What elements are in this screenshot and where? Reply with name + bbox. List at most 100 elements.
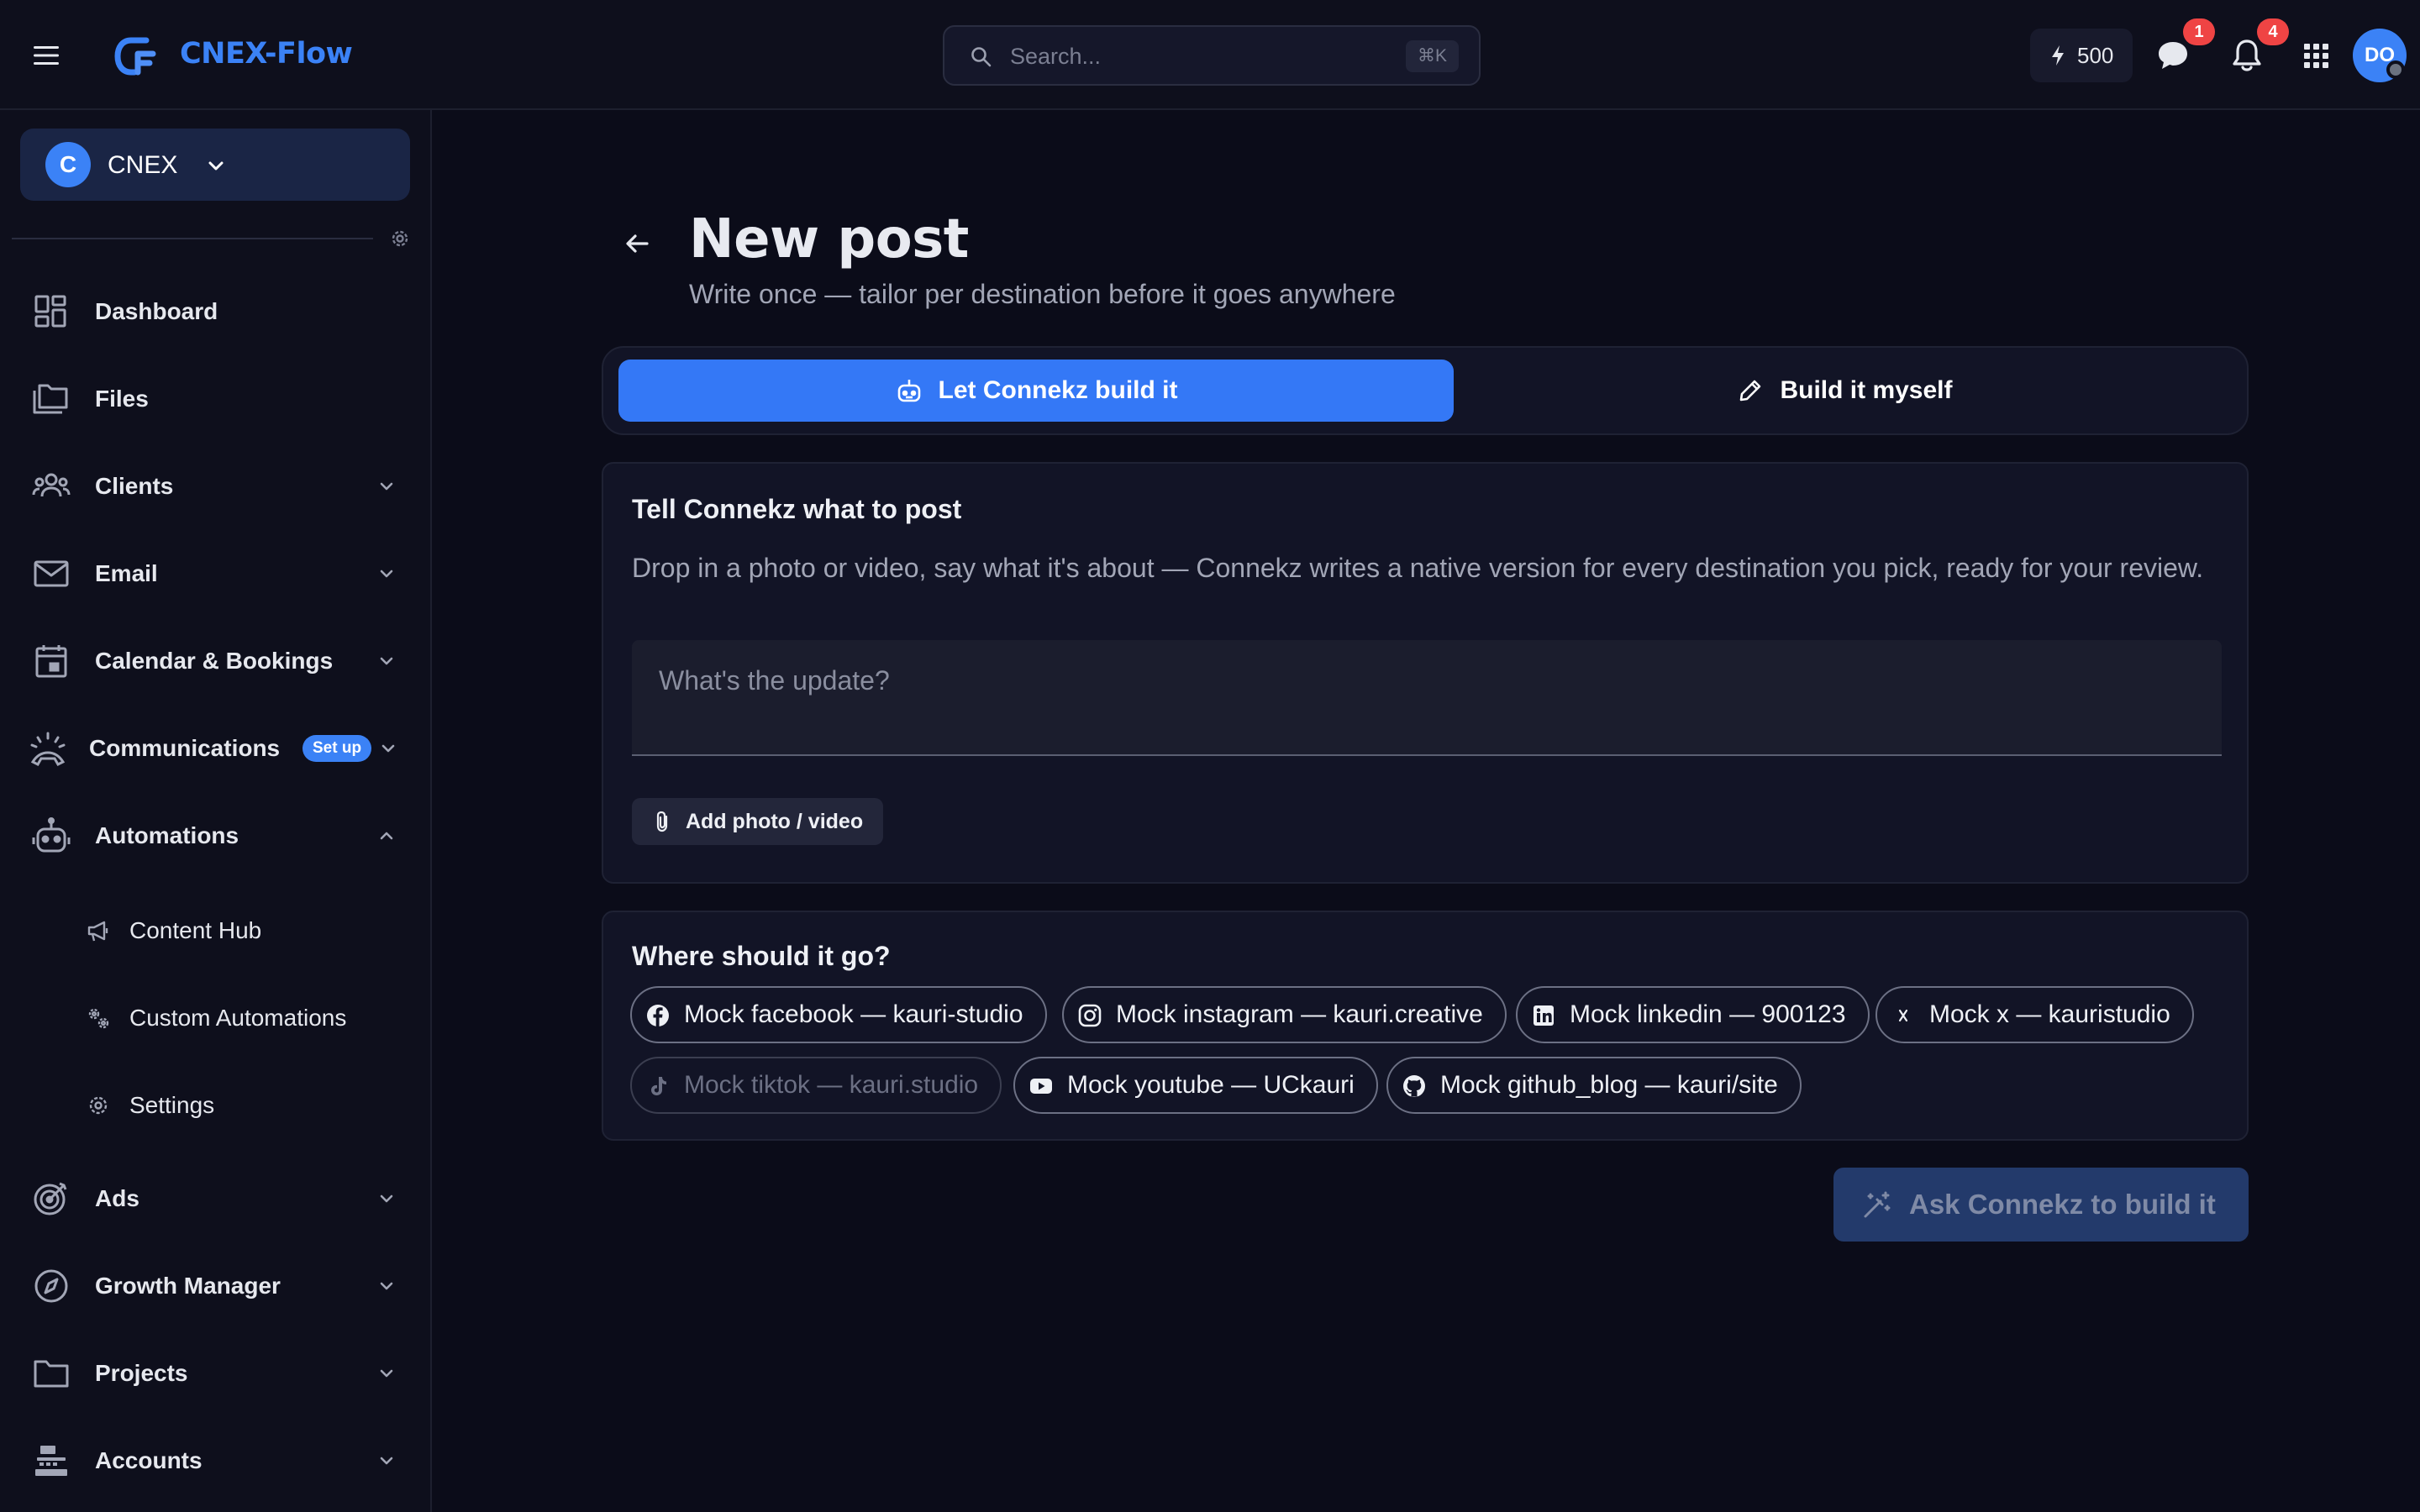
tab-let-connekz-build[interactable]: Let Connekz build it	[618, 360, 1454, 422]
messages-badge: 1	[2183, 18, 2215, 45]
destination-chip-tiktok: Mock tiktok — kauri.studio	[630, 1057, 1002, 1114]
workspace-name: CNEX	[108, 151, 178, 179]
compose-card-description: Drop in a photo or video, say what it's …	[632, 553, 2204, 583]
chip-label: Mock facebook — kauri-studio	[684, 1000, 1023, 1028]
sidebar-item-label: Settings	[129, 1092, 215, 1118]
gear-icon[interactable]	[388, 227, 412, 250]
bell-icon[interactable]	[2228, 37, 2265, 74]
chevron-down-icon	[380, 1457, 393, 1465]
sidebar-item-settings[interactable]: Settings	[0, 1068, 430, 1142]
sidebar-item-label: Projects	[95, 1360, 188, 1386]
files-icon	[33, 384, 68, 414]
chevron-down-icon	[380, 1369, 393, 1378]
github-icon	[1403, 1075, 1425, 1097]
tab-label: Build it myself	[1780, 376, 1953, 404]
sidebar-item-growth-manager[interactable]: Growth Manager	[0, 1249, 430, 1323]
back-arrow-icon[interactable]	[622, 230, 652, 257]
destination-chip-github-blog[interactable]: Mock github_blog — kauri/site	[1386, 1057, 1802, 1114]
sidebar-item-files[interactable]: Files	[0, 362, 430, 436]
robot-icon	[897, 380, 920, 402]
chevron-up-icon	[380, 832, 393, 840]
sidebar: C CNEX Dashboard Files Clients Email Cal…	[0, 110, 432, 1512]
sidebar-item-content-hub[interactable]: Content Hub	[0, 893, 430, 967]
search-shortcut: ⌘K	[1405, 40, 1459, 72]
dashboard-icon	[34, 295, 66, 328]
sidebar-item-label: Communications	[89, 735, 281, 761]
destination-chip-linkedin[interactable]: Mock linkedin — 900123	[1516, 986, 1870, 1043]
sidebar-item-label: Dashboard	[95, 298, 218, 324]
calendar-icon	[35, 645, 67, 678]
linkedin-icon	[1534, 1005, 1554, 1026]
sidebar-item-label: Content Hub	[129, 917, 262, 943]
search-icon	[971, 47, 992, 67]
bolt-icon	[2052, 45, 2064, 66]
sidebar-item-label: Clients	[95, 473, 174, 499]
chip-label: Mock linkedin — 900123	[1570, 1000, 1846, 1028]
add-photo-video-label: Add photo / video	[686, 810, 864, 833]
divider	[12, 238, 373, 239]
chat-icon[interactable]	[2154, 37, 2191, 74]
robot-icon	[32, 817, 71, 853]
sidebar-item-clients[interactable]: Clients	[0, 449, 430, 523]
sidebar-item-label: Accounts	[95, 1447, 203, 1473]
chevron-down-icon	[380, 482, 393, 491]
destination-chip-x[interactable]: Mock x — kauristudio	[1876, 986, 2194, 1043]
menu-icon[interactable]	[30, 39, 67, 72]
sidebar-item-custom-automations[interactable]: Custom Automations	[0, 980, 430, 1054]
chip-label: Mock instagram — kauri.creative	[1116, 1000, 1483, 1028]
sidebar-item-communications[interactable]: Communications Set up	[0, 711, 430, 785]
compose-card: Tell Connekz what to post Drop in a phot…	[602, 462, 2249, 884]
submit-label: Ask Connekz to build it	[1909, 1189, 2216, 1220]
credits-button[interactable]: 500	[2030, 29, 2133, 82]
chevron-down-icon	[380, 657, 393, 665]
sidebar-item-label: Calendar & Bookings	[95, 648, 334, 674]
tab-build-it-myself[interactable]: Build it myself	[1454, 360, 2235, 422]
facebook-icon	[647, 1005, 669, 1026]
avatar-status-indicator	[2386, 60, 2405, 79]
sidebar-item-label: Files	[95, 386, 149, 412]
setup-badge: Set up	[302, 735, 372, 762]
chevron-down-icon	[380, 570, 393, 578]
search-placeholder: Search...	[1010, 44, 1102, 69]
sidebar-item-label: Automations	[95, 822, 239, 848]
sidebar-item-projects[interactable]: Projects	[0, 1336, 430, 1410]
sidebar-item-label: Growth Manager	[95, 1273, 281, 1299]
sidebar-item-email[interactable]: Email	[0, 537, 430, 611]
tiktok-icon	[651, 1077, 666, 1095]
sidebar-item-label: Ads	[95, 1185, 139, 1211]
target-icon	[34, 1182, 67, 1215]
paperclip-icon	[656, 811, 668, 832]
users-icon	[32, 473, 71, 497]
workspace-switcher[interactable]: C CNEX	[20, 129, 410, 201]
chip-label: Mock x — kauristudio	[1929, 1000, 2170, 1028]
gears-icon	[88, 1008, 109, 1029]
ask-connekz-build-button[interactable]: Ask Connekz to build it	[1833, 1168, 2249, 1242]
phone-icon	[30, 732, 66, 766]
gear-icon	[89, 1096, 108, 1115]
page-subtitle: Write once — tailor per destination befo…	[689, 279, 1396, 309]
sidebar-item-calendar-bookings[interactable]: Calendar & Bookings	[0, 624, 430, 698]
instagram-icon	[1078, 1004, 1102, 1027]
post-text-input[interactable]: What's the update?	[632, 640, 2222, 756]
apps-grid-icon[interactable]	[2297, 37, 2334, 74]
destination-chip-youtube[interactable]: Mock youtube — UCkauri	[1013, 1057, 1378, 1114]
sidebar-item-label: Custom Automations	[129, 1005, 347, 1031]
add-photo-video-button[interactable]: Add photo / video	[632, 798, 884, 845]
tab-label: Let Connekz build it	[938, 376, 1178, 404]
chevron-down-icon	[380, 1194, 393, 1203]
credits-value: 500	[2077, 43, 2114, 68]
sidebar-item-dashboard[interactable]: Dashboard	[0, 275, 430, 349]
sidebar-item-automations[interactable]: Automations	[0, 799, 430, 873]
chevron-down-icon	[208, 161, 224, 171]
sidebar-item-accounts[interactable]: Accounts	[0, 1424, 430, 1498]
megaphone-icon	[87, 921, 108, 942]
compose-card-title: Tell Connekz what to post	[632, 494, 962, 524]
sidebar-item-ads[interactable]: Ads	[0, 1162, 430, 1236]
register-icon	[35, 1446, 67, 1476]
destination-chip-facebook[interactable]: Mock facebook — kauri-studio	[630, 986, 1047, 1043]
chip-label: Mock github_blog — kauri/site	[1440, 1071, 1778, 1099]
search-input[interactable]: Search... ⌘K	[943, 25, 1481, 86]
destination-chip-instagram[interactable]: Mock instagram — kauri.creative	[1062, 986, 1507, 1043]
chevron-down-icon	[381, 744, 395, 753]
mail-icon	[34, 560, 69, 587]
